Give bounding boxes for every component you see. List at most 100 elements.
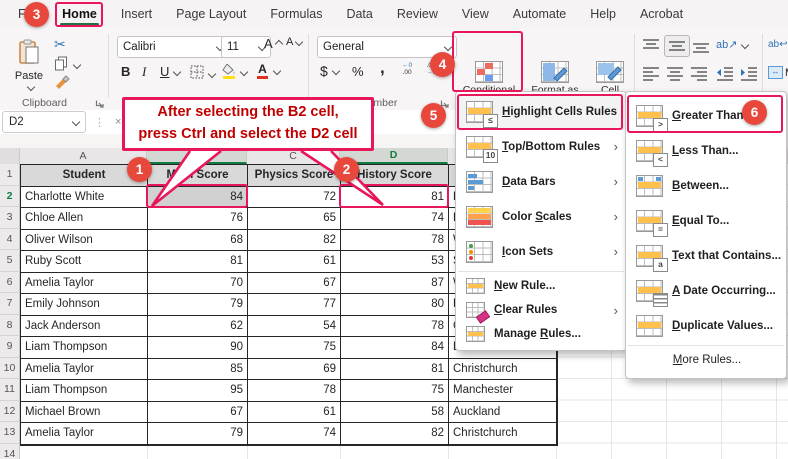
cell-c1[interactable]: Physics Score xyxy=(248,165,341,187)
cell-a2[interactable]: Charlotte White xyxy=(21,187,148,209)
row-header-8[interactable]: 8 xyxy=(0,315,20,337)
menu-item-manage-rules[interactable]: Manage Rules... xyxy=(456,322,626,346)
submenu-item-greater-than[interactable]: > Greater Than... xyxy=(626,98,786,133)
tab-view[interactable]: View xyxy=(450,0,501,28)
cell-d13[interactable]: 82 xyxy=(341,423,449,445)
row-header-14[interactable]: 14 xyxy=(0,444,20,459)
row-header-7[interactable]: 7 xyxy=(0,293,20,315)
tab-automate[interactable]: Automate xyxy=(501,0,579,28)
cell-e12[interactable]: Auckland xyxy=(449,402,557,424)
paste-button[interactable]: Paste xyxy=(8,34,50,94)
align-center-button[interactable] xyxy=(666,66,684,82)
cell-a11[interactable]: Liam Thompson xyxy=(21,380,148,402)
cell-b7[interactable]: 79 xyxy=(148,294,248,316)
cell-a12[interactable]: Michael Brown xyxy=(21,402,148,424)
number-dialog-launcher-icon[interactable] xyxy=(440,99,449,108)
cell-d4[interactable]: 78 xyxy=(341,230,449,252)
number-format-combo[interactable]: General xyxy=(317,36,457,58)
cell-a10[interactable]: Amelia Taylor xyxy=(21,359,148,381)
bold-button[interactable]: B xyxy=(121,64,130,79)
top-align-button[interactable] xyxy=(642,38,660,54)
cell-d3[interactable]: 74 xyxy=(341,208,449,230)
cell-e13[interactable]: Christchurch xyxy=(449,423,557,445)
menu-item-top-bottom-rules[interactable]: 10 Top/Bottom Rules › xyxy=(456,129,626,164)
cell-c8[interactable]: 54 xyxy=(248,316,341,338)
row-header-6[interactable]: 6 xyxy=(0,272,20,294)
submenu-item-duplicate-values[interactable]: Duplicate Values... xyxy=(626,308,786,343)
row-header-10[interactable]: 10 xyxy=(0,358,20,380)
cell-b13[interactable]: 79 xyxy=(148,423,248,445)
align-right-button[interactable] xyxy=(690,66,708,82)
cell-d2[interactable]: 81 xyxy=(341,187,449,209)
cell-b1[interactable]: Math Score xyxy=(148,165,248,187)
bottom-align-button[interactable] xyxy=(692,38,710,54)
cell-d9[interactable]: 84 xyxy=(341,337,449,359)
cell-b9[interactable]: 90 xyxy=(148,337,248,359)
increase-indent-button[interactable] xyxy=(740,66,758,82)
cell-b4[interactable]: 68 xyxy=(148,230,248,252)
cell-c12[interactable]: 61 xyxy=(248,402,341,424)
tab-help[interactable]: Help xyxy=(578,0,628,28)
menu-item-data-bars[interactable]: Data Bars › xyxy=(456,164,626,199)
cell-c7[interactable]: 77 xyxy=(248,294,341,316)
cell-d8[interactable]: 78 xyxy=(341,316,449,338)
submenu-item-less-than[interactable]: < Less Than... xyxy=(626,133,786,168)
cell-c2[interactable]: 72 xyxy=(248,187,341,209)
cell-c4[interactable]: 82 xyxy=(248,230,341,252)
cell-a4[interactable]: Oliver Wilson xyxy=(21,230,148,252)
cell-c5[interactable]: 61 xyxy=(248,251,341,273)
row-header-3[interactable]: 3 xyxy=(0,207,20,229)
cut-button[interactable]: ✂ xyxy=(54,36,66,53)
cell-e11[interactable]: Manchester xyxy=(449,380,557,402)
cell-c9[interactable]: 75 xyxy=(248,337,341,359)
tab-page-layout[interactable]: Page Layout xyxy=(164,0,258,28)
cell-b8[interactable]: 62 xyxy=(148,316,248,338)
cell-b12[interactable]: 67 xyxy=(148,402,248,424)
grow-font-button[interactable]: A xyxy=(264,36,282,51)
submenu-item-text-that-contains[interactable]: a Text that Contains... xyxy=(626,238,786,273)
tab-insert[interactable]: Insert xyxy=(109,0,164,28)
font-color-button[interactable]: A xyxy=(256,62,280,79)
tab-formulas[interactable]: Formulas xyxy=(258,0,334,28)
row-header-2[interactable]: 2 xyxy=(0,186,20,208)
cell-d10[interactable]: 81 xyxy=(341,359,449,381)
percent-style-button[interactable]: % xyxy=(352,64,364,79)
cell-d11[interactable]: 75 xyxy=(341,380,449,402)
cell-e10[interactable]: Christchurch xyxy=(449,359,557,381)
decrease-indent-button[interactable] xyxy=(716,66,734,82)
row-header-11[interactable]: 11 xyxy=(0,379,20,401)
submenu-item-a-date-occurring[interactable]: A Date Occurring... xyxy=(626,273,786,308)
cell-d6[interactable]: 87 xyxy=(341,273,449,295)
cancel-icon[interactable]: × xyxy=(115,116,121,128)
row-header-5[interactable]: 5 xyxy=(0,250,20,272)
submenu-item-between[interactable]: Between... xyxy=(626,168,786,203)
menu-item-color-scales[interactable]: Color Scales › xyxy=(456,199,626,234)
row-header-4[interactable]: 4 xyxy=(0,229,20,251)
cell-a7[interactable]: Emily Johnson xyxy=(21,294,148,316)
row-header-12[interactable]: 12 xyxy=(0,401,20,423)
cell-a8[interactable]: Jack Anderson xyxy=(21,316,148,338)
clipboard-dialog-launcher-icon[interactable] xyxy=(95,99,104,108)
tab-file[interactable]: File xyxy=(6,0,50,28)
column-header-c[interactable]: C xyxy=(247,148,340,164)
decrease-decimal-button[interactable]: .00→0 xyxy=(426,63,436,76)
column-header-b[interactable]: B xyxy=(147,148,247,164)
name-box[interactable]: D2 xyxy=(2,111,86,133)
select-all-corner[interactable] xyxy=(0,148,20,164)
middle-align-button[interactable] xyxy=(664,35,690,57)
wrap-text-button[interactable]: ab↩ Wra xyxy=(768,38,788,50)
cell-a6[interactable]: Amelia Taylor xyxy=(21,273,148,295)
submenu-item-equal-to[interactable]: = Equal To... xyxy=(626,203,786,238)
italic-button[interactable]: I xyxy=(142,64,146,80)
cell-a1[interactable]: Student xyxy=(21,165,148,187)
cell-d12[interactable]: 58 xyxy=(341,402,449,424)
menu-item-clear-rules[interactable]: Clear Rules › xyxy=(456,298,626,322)
tab-data[interactable]: Data xyxy=(334,0,384,28)
orientation-button[interactable]: ab↗ xyxy=(716,38,748,51)
font-name-combo[interactable]: Calibri xyxy=(117,36,229,58)
menu-item-highlight-cells-rules[interactable]: ≤ Highlight Cells Rules › xyxy=(456,94,626,129)
comma-style-button[interactable]: , xyxy=(380,58,385,78)
copy-button[interactable] xyxy=(54,56,80,74)
tab-review[interactable]: Review xyxy=(385,0,450,28)
cell-b10[interactable]: 85 xyxy=(148,359,248,381)
